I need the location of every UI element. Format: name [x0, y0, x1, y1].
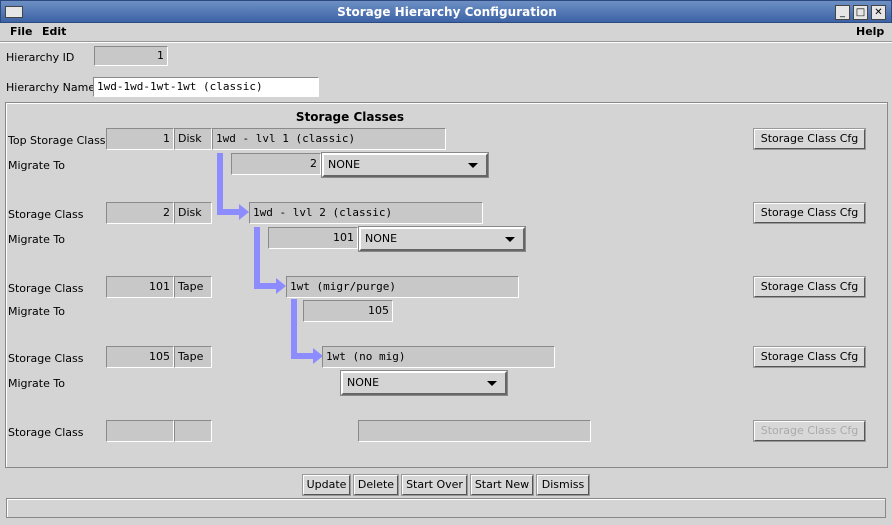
- storage-class-cfg-button[interactable]: Storage Class Cfg: [753, 128, 866, 150]
- class-type-field: Tape: [174, 346, 212, 368]
- class-name-field: 1wd - lvl 1 (classic): [212, 128, 446, 150]
- class-id-field: 105: [106, 346, 174, 368]
- storage-class-cfg-button[interactable]: Storage Class Cfg: [753, 202, 866, 224]
- class-id-field: 1: [106, 128, 174, 150]
- class-name-field: [358, 420, 591, 442]
- delete-button[interactable]: Delete: [353, 474, 399, 496]
- row-label: Storage Class: [8, 208, 84, 221]
- chevron-down-icon: [505, 237, 515, 242]
- migrate-to-select[interactable]: NONE: [358, 226, 526, 252]
- class-type-field: Disk: [174, 128, 212, 150]
- storage-class-cfg-button[interactable]: Storage Class Cfg: [753, 346, 866, 368]
- migrate-to-label: Migrate To: [8, 305, 65, 318]
- row-label: Storage Class: [8, 352, 84, 365]
- migrate-id-field: 105: [303, 300, 393, 322]
- class-name-field: 1wt (no mig): [322, 346, 555, 368]
- dismiss-button[interactable]: Dismiss: [536, 474, 590, 496]
- start-new-button[interactable]: Start New: [470, 474, 534, 496]
- chevron-down-icon: [487, 381, 497, 386]
- class-type-field: Tape: [174, 276, 212, 298]
- status-bar: [6, 498, 886, 518]
- migrate-to-label: Migrate To: [8, 233, 65, 246]
- row-label: Top Storage Class: [8, 134, 106, 147]
- migrate-to-select[interactable]: NONE: [340, 370, 508, 396]
- migrate-to-label: Migrate To: [8, 377, 65, 390]
- migrate-id-field: 101: [268, 227, 358, 249]
- class-type-field: [174, 420, 212, 442]
- row-label: Storage Class: [8, 282, 84, 295]
- select-value: NONE: [365, 232, 398, 245]
- class-name-field: 1wt (migr/purge): [286, 276, 519, 298]
- row-label: Storage Class: [8, 426, 84, 439]
- class-type-field: Disk: [174, 202, 212, 224]
- migrate-to-label: Migrate To: [8, 159, 65, 172]
- migration-arrows: [217, 153, 323, 364]
- update-button[interactable]: Update: [302, 474, 351, 496]
- migrate-to-select[interactable]: NONE: [321, 152, 489, 178]
- start-over-button[interactable]: Start Over: [401, 474, 468, 496]
- storage-class-cfg-button-disabled: Storage Class Cfg: [753, 420, 866, 442]
- class-id-field: 101: [106, 276, 174, 298]
- class-id-field: 2: [106, 202, 174, 224]
- class-name-field: 1wd - lvl 2 (classic): [249, 202, 483, 224]
- migrate-id-field: 2: [231, 153, 321, 175]
- chevron-down-icon: [468, 163, 478, 168]
- storage-class-cfg-button[interactable]: Storage Class Cfg: [753, 276, 866, 298]
- select-value: NONE: [328, 158, 361, 171]
- select-value: NONE: [347, 376, 380, 389]
- class-id-field: [106, 420, 174, 442]
